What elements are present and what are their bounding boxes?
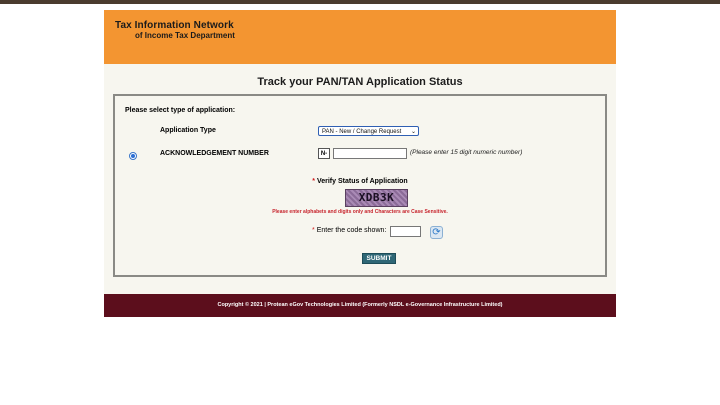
code-label: * Enter the code shown:: [312, 227, 386, 234]
required-star: *: [312, 178, 315, 185]
top-bar: [0, 0, 720, 4]
ack-prefix: N-: [318, 148, 330, 159]
acknowledgement-label: ACKNOWLEDGEMENT NUMBER: [160, 150, 269, 157]
application-type-label: Application Type: [160, 127, 216, 134]
status-form: Please select type of application: Appli…: [113, 94, 607, 277]
ack-hint: (Please enter 15 digit numeric number): [410, 149, 523, 156]
submit-button[interactable]: SUBMIT: [362, 253, 396, 264]
verify-status-label: * Verify Status of Application: [115, 178, 605, 185]
refresh-icon[interactable]: ⟳: [430, 226, 443, 239]
header-title-line1: Tax Information Network: [115, 20, 234, 31]
required-star: *: [312, 227, 315, 234]
captcha-warning: Please enter alphabets and digits only a…: [272, 209, 448, 215]
page-title: Track your PAN/TAN Application Status: [257, 76, 463, 88]
copyright-text: Copyright © 2021 | Protean eGov Technolo…: [217, 302, 503, 308]
verify-status-text: Verify Status of Application: [316, 178, 408, 185]
application-type-select[interactable]: PAN - New / Change Request ⌄: [318, 126, 419, 136]
header-title-line2: of Income Tax Department: [135, 31, 235, 40]
application-type-value: PAN - New / Change Request: [322, 129, 402, 135]
captcha-code-input[interactable]: [390, 226, 421, 237]
chevron-down-icon: ⌄: [410, 129, 416, 135]
acknowledgement-input[interactable]: [333, 148, 407, 159]
site-footer: Copyright © 2021 | Protean eGov Technolo…: [104, 294, 616, 317]
select-type-label: Please select type of application:: [125, 107, 236, 114]
site-header: Tax Information Network of Income Tax De…: [104, 10, 616, 64]
acknowledgement-radio[interactable]: [129, 152, 137, 160]
captcha-image: XDB3K: [345, 189, 408, 207]
code-label-text: Enter the code shown:: [316, 227, 387, 234]
page-container: Tax Information Network of Income Tax De…: [104, 10, 616, 317]
